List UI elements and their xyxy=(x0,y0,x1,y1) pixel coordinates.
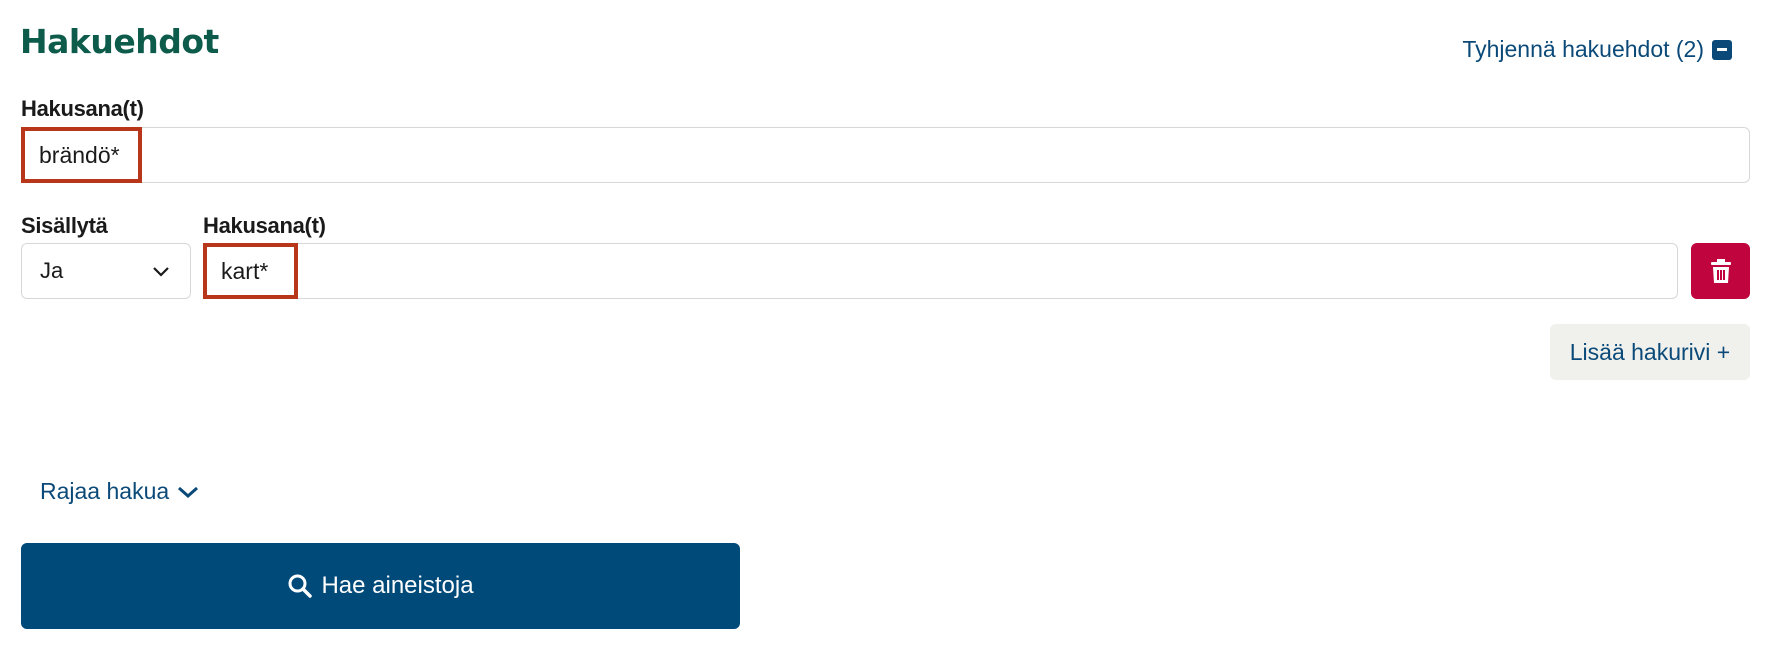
keyword-input-value: brändö* xyxy=(21,127,142,183)
include-select[interactable]: Ja xyxy=(21,243,191,299)
search-button[interactable]: Hae aineistoja xyxy=(21,543,740,629)
delete-row-button[interactable] xyxy=(1691,243,1750,299)
chevron-down-icon xyxy=(153,267,169,277)
keyword-input[interactable] xyxy=(21,127,1750,183)
clear-search-link[interactable]: Tyhjennä hakuehdot (2) xyxy=(1462,36,1732,63)
minus-square-icon xyxy=(1712,39,1732,60)
refine-search-label: Rajaa hakua xyxy=(40,478,170,504)
keyword-input-2[interactable] xyxy=(203,243,1678,299)
keyword-input-2-value: kart* xyxy=(203,243,298,299)
include-label: Sisällytä xyxy=(21,213,108,238)
trash-icon xyxy=(1710,259,1731,283)
search-icon xyxy=(288,574,313,598)
keyword-label-2: Hakusana(t) xyxy=(203,213,326,238)
search-button-label: Hae aineistoja xyxy=(321,572,474,599)
chevron-down-icon xyxy=(178,486,199,498)
page-title: Hakuehdot xyxy=(20,22,219,61)
keyword-label: Hakusana(t) xyxy=(21,96,144,121)
refine-search-toggle[interactable]: Rajaa hakua xyxy=(40,478,199,505)
clear-search-label: Tyhjennä hakuehdot (2) xyxy=(1462,36,1704,62)
add-search-row-button[interactable]: Lisää hakurivi + xyxy=(1550,324,1750,380)
include-select-value: Ja xyxy=(40,258,64,283)
